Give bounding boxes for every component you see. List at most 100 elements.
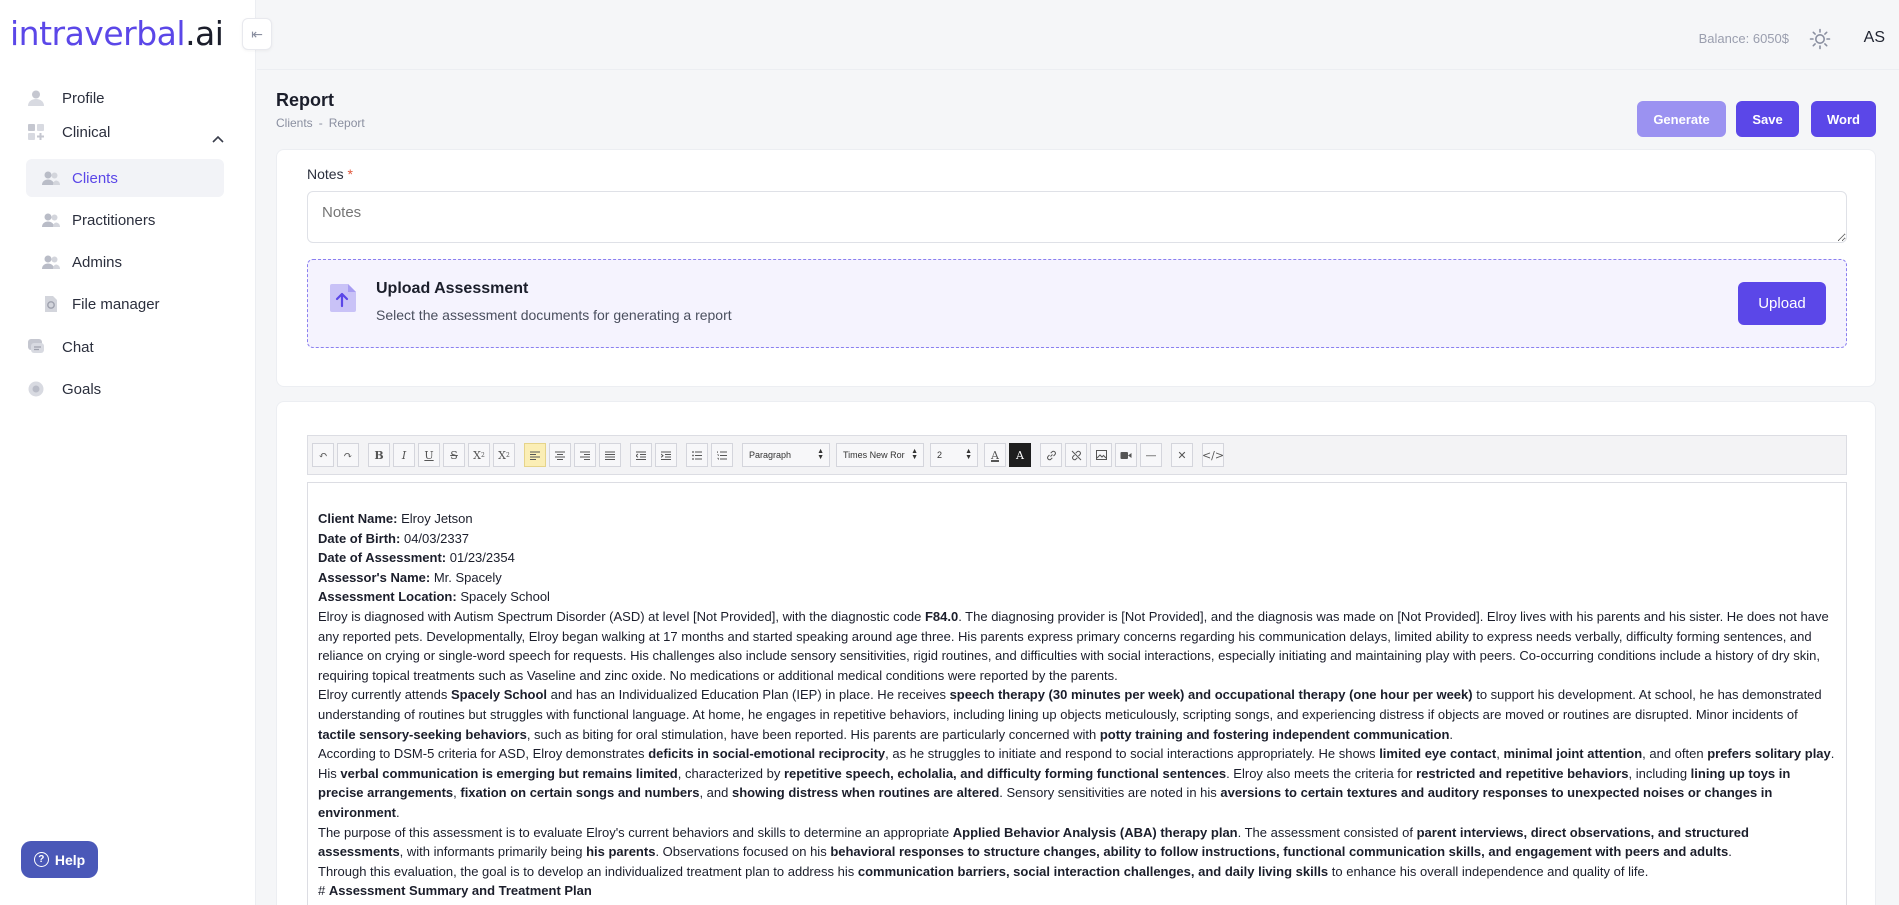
superscript-icon[interactable]: X2 bbox=[493, 443, 515, 467]
app-logo[interactable]: intraverbal.ai bbox=[10, 14, 224, 53]
sidebar-item-label: Chat bbox=[62, 338, 94, 356]
sidebar-item-label: File manager bbox=[72, 295, 160, 313]
breadcrumb-report: Report bbox=[328, 116, 365, 130]
word-export-button[interactable]: Word bbox=[1811, 101, 1876, 137]
italic-icon[interactable]: I bbox=[393, 443, 415, 467]
numbered-list-icon[interactable] bbox=[711, 443, 733, 467]
sidebar-item-chat[interactable]: Chat bbox=[26, 330, 94, 364]
horizontal-rule-icon[interactable]: — bbox=[1140, 443, 1162, 467]
sidebar: intraverbal.ai Profile Clinical Clients … bbox=[0, 0, 256, 905]
code-view-icon[interactable]: </> bbox=[1202, 443, 1224, 467]
indent-icon[interactable] bbox=[655, 443, 677, 467]
bold-text: showing distress when routines are alter… bbox=[731, 785, 1000, 801]
font-size-select[interactable]: 2 ▲ ▼ bbox=[930, 443, 978, 467]
bold-text: potty training and fostering independent… bbox=[1099, 726, 1450, 742]
text-run: . The assessment consisted of bbox=[1237, 824, 1417, 840]
sidebar-item-clinical[interactable]: Clinical bbox=[26, 115, 110, 149]
sun-icon[interactable] bbox=[1809, 28, 1831, 50]
align-left-icon[interactable] bbox=[524, 443, 546, 467]
report-paragraph: Elroy is diagnosed with Autism Spectrum … bbox=[318, 607, 1836, 685]
align-center-icon[interactable] bbox=[549, 443, 571, 467]
bold-text: fixation on certain songs and numbers bbox=[460, 785, 700, 801]
text-run: Elroy is diagnosed with Autism Spectrum … bbox=[318, 608, 925, 624]
bold-text: verbal communication is emerging but rem… bbox=[340, 765, 678, 781]
upload-dropzone[interactable]: Upload Assessment Select the assessment … bbox=[307, 259, 1847, 348]
text-run: , and bbox=[699, 785, 732, 801]
bold-text: speech therapy (30 minutes per week) and… bbox=[949, 687, 1473, 703]
upload-button[interactable]: Upload bbox=[1738, 282, 1826, 325]
font-family-select[interactable]: Times New Ror ▲ ▼ bbox=[836, 443, 924, 467]
dob-line: Date of Birth: 04/03/2337 bbox=[318, 530, 470, 546]
undo-icon[interactable]: ↶ bbox=[312, 443, 334, 467]
sidebar-collapse-button[interactable]: ⇤ bbox=[242, 18, 272, 50]
image-icon[interactable] bbox=[1090, 443, 1112, 467]
help-button[interactable]: ? Help bbox=[21, 841, 98, 878]
bold-text: limited eye contact bbox=[1379, 746, 1497, 762]
text-run: The purpose of this assessment is to eva… bbox=[318, 824, 953, 840]
video-icon[interactable] bbox=[1115, 443, 1137, 467]
bold-text: restricted and repetitive behaviors bbox=[1416, 765, 1629, 781]
text-run: , including bbox=[1628, 765, 1691, 781]
text-run: , as he struggles to initiate and respon… bbox=[885, 746, 1380, 762]
sidebar-item-profile[interactable]: Profile bbox=[26, 81, 105, 115]
sidebar-item-goals[interactable]: Goals bbox=[26, 372, 101, 406]
bold-text: Spacely School bbox=[450, 687, 548, 703]
balance-text: Balance: 6050$ bbox=[1698, 31, 1789, 46]
text-run: . Sensory sensitivities are noted in his bbox=[999, 785, 1221, 801]
location-line: Assessment Location: Spacely School bbox=[318, 589, 550, 605]
top-bar: Balance: 6050$ AS bbox=[257, 0, 1899, 70]
user-icon bbox=[26, 88, 46, 108]
updown-icon: ▲ ▼ bbox=[965, 448, 972, 461]
sidebar-item-label: Admins bbox=[72, 253, 123, 271]
text-run: . bbox=[1449, 726, 1454, 742]
users-icon bbox=[42, 211, 60, 229]
assessor-line: Assessor's Name: Mr. Spacely bbox=[318, 569, 502, 585]
align-right-icon[interactable] bbox=[574, 443, 596, 467]
link-icon[interactable] bbox=[1040, 443, 1062, 467]
text-run: According to DSM-5 criteria for ASD, Elr… bbox=[318, 746, 649, 762]
sidebar-item-clients[interactable]: Clients bbox=[26, 159, 224, 197]
arrow-left-bar-icon: ⇤ bbox=[251, 25, 263, 42]
text-run: . Observations focused on his bbox=[655, 844, 831, 860]
text-run: and has an Individualized Education Plan… bbox=[547, 687, 950, 703]
text-run: , and often bbox=[1642, 746, 1708, 762]
highlight-color-icon[interactable]: A bbox=[1009, 443, 1031, 467]
report-paragraph: The purpose of this assessment is to eva… bbox=[318, 823, 1836, 862]
grid-icon bbox=[26, 122, 46, 142]
underline-icon[interactable]: U bbox=[418, 443, 440, 467]
bullet-list-icon[interactable] bbox=[686, 443, 708, 467]
upload-subtitle: Select the assessment documents for gene… bbox=[376, 307, 732, 323]
bold-text: F84.0 bbox=[924, 608, 959, 624]
clear-format-icon[interactable]: ✕ bbox=[1171, 443, 1193, 467]
align-justify-icon[interactable] bbox=[599, 443, 621, 467]
text-run: Elroy currently attends bbox=[318, 687, 451, 703]
block-format-select[interactable]: Paragraph ▲ ▼ bbox=[742, 443, 830, 467]
avatar[interactable]: AS bbox=[1864, 29, 1885, 47]
text-run: , such as biting for oral stimulation, h… bbox=[526, 726, 1100, 742]
redo-icon[interactable]: ↷ bbox=[337, 443, 359, 467]
bold-text: communication barriers, social interacti… bbox=[857, 863, 1329, 879]
save-button[interactable]: Save bbox=[1736, 101, 1799, 137]
editor-toolbar: ↶ ↷ B I U S X2 X2 Paragraph ▲ ▼ Times Ne… bbox=[307, 435, 1847, 475]
text-run: . bbox=[1728, 844, 1732, 860]
notes-card: Notes * Upload Assessment Select the ass… bbox=[276, 149, 1876, 387]
bold-text: minimal joint attention bbox=[1503, 746, 1643, 762]
report-editor[interactable]: Client Name: Elroy Jetson Date of Birth:… bbox=[307, 482, 1847, 905]
sidebar-item-admins[interactable]: Admins bbox=[26, 243, 224, 281]
generate-button[interactable]: Generate bbox=[1637, 101, 1726, 137]
chevron-up-icon[interactable] bbox=[212, 132, 224, 146]
breadcrumb-clients[interactable]: Clients bbox=[276, 116, 313, 130]
bold-icon[interactable]: B bbox=[368, 443, 390, 467]
sidebar-item-file-manager[interactable]: File manager bbox=[26, 285, 224, 323]
upload-title: Upload Assessment bbox=[376, 280, 529, 297]
sidebar-item-practitioners[interactable]: Practitioners bbox=[26, 201, 224, 239]
text-run: Through this evaluation, the goal is to … bbox=[318, 863, 858, 879]
strikethrough-icon[interactable]: S bbox=[443, 443, 465, 467]
notes-input[interactable] bbox=[307, 191, 1847, 243]
subscript-icon[interactable]: X2 bbox=[468, 443, 490, 467]
bold-text: tactile sensory-seeking behaviors bbox=[318, 726, 527, 742]
text-run: to enhance his overall independence and … bbox=[1328, 863, 1649, 879]
text-color-icon[interactable]: A bbox=[984, 443, 1006, 467]
unlink-icon[interactable] bbox=[1065, 443, 1087, 467]
outdent-icon[interactable] bbox=[630, 443, 652, 467]
